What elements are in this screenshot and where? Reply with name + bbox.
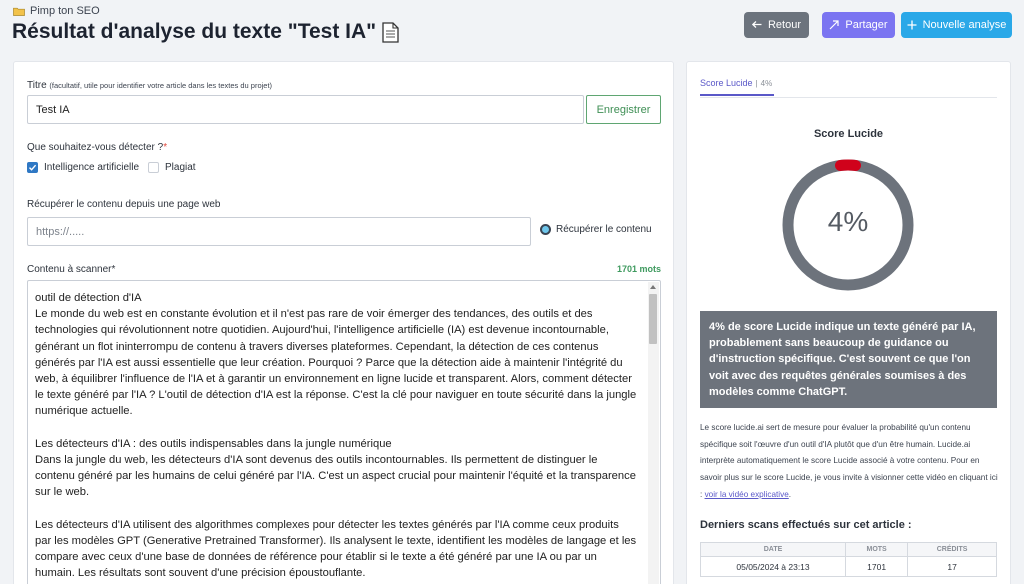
- content-paragraph: Les détecteurs d'IA utilisent des algori…: [35, 518, 637, 580]
- score-info-box: 4% de score Lucide indique un texte géné…: [700, 311, 997, 408]
- save-button[interactable]: Enregistrer: [586, 95, 661, 124]
- column-credits: CRÉDITS: [907, 542, 997, 557]
- required-mark: *: [163, 142, 168, 153]
- title-label: Titre (facultatif, utile pour identifier…: [27, 80, 272, 91]
- title-hint: (facultatif, utile pour identifier votre…: [49, 81, 273, 90]
- tab-score-lucide-label: Score Lucide: [700, 78, 753, 88]
- table-row: 05/05/2024 à 23:13 1701 17: [699, 556, 997, 577]
- share-icon: [829, 20, 839, 30]
- scroll-thumb[interactable]: [649, 294, 657, 344]
- scan-words: 1701: [845, 556, 909, 577]
- detect-label-text: Que souhaitez-vous détecter ?: [27, 142, 164, 153]
- tab-separator: |: [755, 78, 758, 88]
- column-words: MOTS: [845, 542, 909, 557]
- url-input-placeholder: https://.....: [36, 225, 85, 238]
- scans-header-row: DATE MOTS CRÉDITS: [699, 542, 997, 557]
- tab-score-lucide[interactable]: Score Lucide | 4%: [700, 72, 775, 96]
- save-button-label: Enregistrer: [596, 103, 651, 116]
- title-label-text: Titre: [27, 80, 47, 91]
- content-textarea[interactable]: outil de détection d'IA Le monde du web …: [27, 280, 661, 584]
- checkbox-checked-icon[interactable]: [27, 162, 38, 173]
- share-button-label: Partager: [845, 19, 888, 31]
- tab-score-pct: 4%: [760, 78, 773, 88]
- score-title: Score Lucide: [813, 128, 884, 140]
- column-date: DATE: [699, 542, 847, 557]
- breadcrumb[interactable]: Pimp ton SEO: [13, 5, 100, 17]
- textarea-scrollbar[interactable]: [648, 282, 659, 584]
- page-title-text: Résultat d'analyse du texte "Test IA": [12, 20, 377, 43]
- scroll-up-arrow-icon[interactable]: [650, 285, 656, 289]
- title-input[interactable]: Test IA: [27, 95, 584, 124]
- url-input[interactable]: https://.....: [27, 217, 531, 246]
- back-button[interactable]: Retour: [744, 12, 809, 38]
- plus-icon: [907, 20, 917, 30]
- tab-divider: [700, 97, 997, 98]
- checkbox-plagiarism-label: Plagiat: [165, 162, 196, 173]
- scan-date: 05/05/2024 à 23:13: [699, 556, 847, 577]
- checkbox-ai-label: Intelligence artificielle: [44, 162, 140, 173]
- checkbox-unchecked-icon[interactable]: [148, 162, 159, 173]
- content-label-text: Contenu à scanner*: [27, 264, 116, 275]
- back-button-label: Retour: [767, 19, 802, 31]
- title-input-value: Test IA: [36, 103, 70, 116]
- radio-icon[interactable]: [540, 224, 551, 235]
- video-link[interactable]: voir la vidéo explicative: [705, 490, 789, 499]
- score-description-text: Le score lucide.ai sert de mesure pour é…: [700, 423, 998, 499]
- share-button[interactable]: Partager: [822, 12, 895, 38]
- content-text: outil de détection d'IA Le monde du web …: [28, 281, 660, 582]
- link-suffix: .: [788, 489, 792, 499]
- url-label-text: Récupérer le contenu depuis une page web: [27, 199, 221, 210]
- url-label: Récupérer le contenu depuis une page web: [27, 199, 220, 210]
- checkbox-ai[interactable]: Intelligence artificielle: [27, 162, 139, 173]
- breadcrumb-label: Pimp ton SEO: [30, 5, 100, 17]
- content-paragraph: outil de détection d'IA Le monde du web …: [35, 292, 637, 418]
- scan-credits: 17: [907, 556, 997, 577]
- back-arrow-icon: [751, 21, 762, 29]
- document-icon: [382, 21, 399, 43]
- content-label: Contenu à scanner*: [27, 264, 115, 275]
- detect-label: Que souhaitez-vous détecter ?*: [27, 142, 167, 153]
- new-analysis-button[interactable]: Nouvelle analyse: [901, 12, 1012, 38]
- folder-icon: [13, 7, 25, 16]
- page-title: Résultat d'analyse du texte "Test IA": [12, 20, 399, 44]
- new-analysis-label: Nouvelle analyse: [922, 19, 1007, 31]
- checkbox-plagiarism[interactable]: Plagiat: [148, 162, 196, 173]
- score-description: Le score lucide.ai sert de mesure pour é…: [700, 420, 999, 504]
- scans-table: DATE MOTS CRÉDITS 05/05/2024 à 23:13 170…: [699, 542, 997, 577]
- score-value: 4%: [827, 206, 869, 237]
- scans-title: Derniers scans effectués sur cet article…: [700, 519, 912, 531]
- content-paragraph: Les détecteurs d'IA : des outils indispe…: [35, 437, 636, 499]
- fetch-content-option[interactable]: Récupérer le contenu: [540, 224, 652, 235]
- fetch-content-label: Récupérer le contenu: [556, 224, 652, 235]
- word-count: 1701 mots: [616, 264, 661, 274]
